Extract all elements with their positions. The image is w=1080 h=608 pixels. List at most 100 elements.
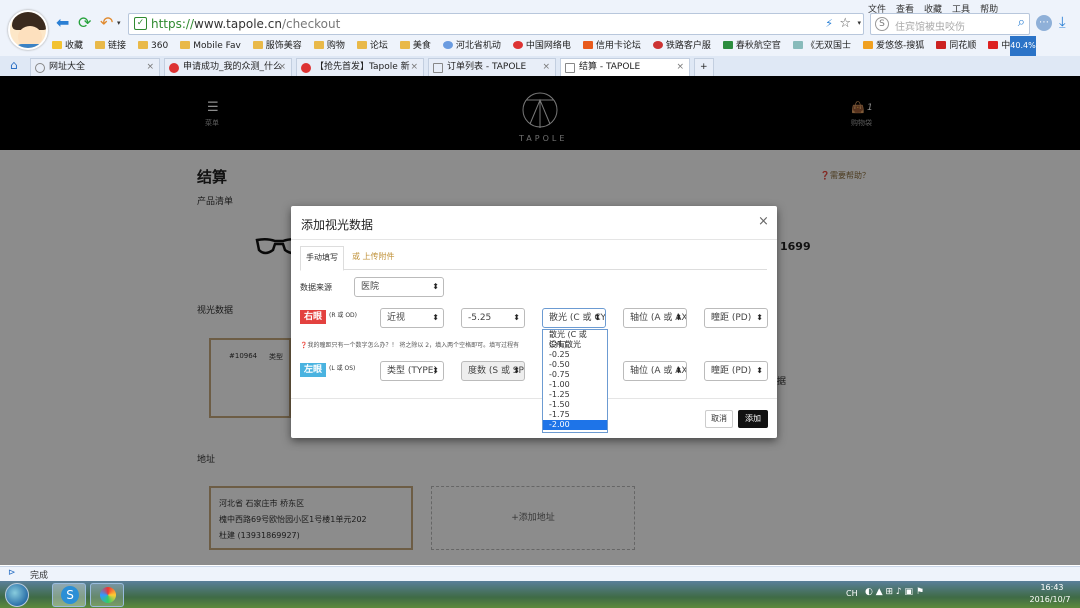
add-button[interactable]: 添加 [738, 410, 768, 428]
tab-checkout[interactable]: 结算 - TAPOLE × [560, 58, 690, 76]
download-icon[interactable]: ⤓ [1059, 13, 1066, 31]
bookmark-item[interactable]: 铁路客户服 [652, 41, 711, 51]
bookmark-item[interactable]: 春秋航空官 [722, 41, 781, 51]
divider [291, 398, 777, 399]
dropdown-option[interactable]: 没有散光 [543, 340, 607, 350]
dropdown-option[interactable]: 散光 (C 或 CYL) [543, 330, 607, 349]
left-type-select[interactable]: 类型 (TYPE) ⬍ [380, 361, 444, 381]
url-host: www.tapole.cn [194, 17, 282, 31]
source-select[interactable]: 医院 ⬍ [354, 277, 444, 297]
clock-time[interactable]: 16:43 [1028, 583, 1076, 592]
bookmark-item[interactable]: 360 [138, 41, 168, 51]
left-sph-select[interactable]: 度数 (S 或 SPH)⬍ [461, 361, 525, 381]
bookmark-item[interactable]: 论坛 [356, 41, 388, 51]
bookmark-item[interactable]: 购物 [313, 41, 345, 51]
cancel-button[interactable]: 取消 [705, 410, 733, 428]
left-axis-select[interactable]: 轴位 (A 或 AXIS)⬍ [623, 361, 687, 381]
updown-icon: ⬍ [756, 313, 763, 322]
updown-icon: ⬍ [513, 313, 520, 322]
prescription-modal: 添加视光数据 × 手动填写 或 上传附件 数据来源 医院 ⬍ 右眼 (R 或 OD… [291, 206, 777, 438]
updown-icon: ⬍ [432, 313, 439, 322]
search-box[interactable]: S 住宾馆被虫咬伤 ⌕ [870, 13, 1030, 35]
tab-manual-entry[interactable]: 手动填写 [300, 246, 344, 271]
right-axis-select[interactable]: 轴位 (A 或 AXIS)⬍ [623, 308, 687, 328]
dropdown-option[interactable]: -1.25 [543, 390, 607, 400]
modal-tabs: 手动填写 或 上传附件 [300, 246, 767, 271]
start-button-icon[interactable] [5, 583, 29, 607]
star-icon[interactable]: ☆ [839, 16, 851, 31]
tab-strip: ⌂ 网址大全 × 申请成功_我的众测_什么 × 【抢先首发】Tapole 新 × 订单… [0, 56, 1080, 76]
dropdown-option[interactable]: -1.75 [543, 410, 607, 420]
left-pd-select[interactable]: 瞳距 (PD) ⬍ [704, 361, 768, 381]
tab-order-list[interactable]: 订单列表 - TAPOLE × [428, 58, 556, 76]
dropdown-option[interactable]: -0.50 [543, 360, 607, 370]
right-pd-select[interactable]: 瞳距 (PD) ⬍ [704, 308, 768, 328]
home-icon[interactable]: ⌂ [10, 58, 18, 72]
url-text[interactable]: https://www.tapole.cn/checkout [151, 17, 340, 31]
right-cyl-select[interactable]: 散光 (C 或 CYL)⬍ [542, 308, 606, 328]
close-icon[interactable]: × [146, 59, 154, 76]
tray-icons[interactable]: ◐ ▲ ⊞ ♪ ▣ ⚑ [865, 587, 924, 597]
url-path: /checkout [281, 17, 341, 31]
more-icon[interactable]: ⋯ [1036, 15, 1052, 31]
dropdown-option[interactable]: -0.75 [543, 370, 607, 380]
tab-upload-attachment[interactable]: 或 上传附件 [352, 246, 395, 268]
lightning-icon[interactable]: ⚡ [825, 17, 833, 30]
clock-date[interactable]: 2016/10/7 [1024, 595, 1076, 604]
updown-icon: ⬍ [594, 313, 601, 322]
refresh-icon[interactable]: ⟳ [78, 15, 91, 31]
chevron-down-icon[interactable]: ▾ [117, 19, 121, 27]
sidebar-toggle-icon[interactable]: ⊳ [8, 568, 16, 578]
address-bar[interactable]: ✓ https://www.tapole.cn/checkout ⚡ ☆ ▾ [128, 13, 864, 35]
undo-icon[interactable]: ↶ [100, 15, 113, 31]
bookmark-item[interactable]: 中国工商 [988, 41, 1012, 51]
back-icon[interactable]: ⬅ [56, 15, 69, 31]
bookmark-item[interactable]: 河北省机动 [442, 41, 501, 51]
bookmarks-bar: 收藏 链接 360 Mobile Fav 服饰美容 购物 论坛 美食 河北省机动 中国网络电 信用卡… [52, 38, 1012, 54]
bookmark-item[interactable]: 服饰美容 [252, 41, 302, 51]
dropdown-option[interactable]: -0.25 [543, 350, 607, 360]
bookmark-item[interactable]: 《无双国士 [792, 41, 851, 51]
right-eye-badge: 右眼 [300, 310, 326, 324]
bookmark-item[interactable]: 链接 [95, 41, 126, 51]
bookmark-item[interactable]: Mobile Fav [180, 41, 241, 51]
tab-nav-sites[interactable]: 网址大全 × [30, 58, 160, 76]
right-eye-sub: (R 或 OD) [329, 312, 358, 319]
dropdown-option[interactable]: -1.00 [543, 380, 607, 390]
bookmark-item[interactable]: 爱悠悠-搜狐 [862, 41, 924, 51]
browser-chrome: ⬅ ⟳ ↶ ▾ ✓ https://www.tapole.cn/checkout… [0, 0, 1080, 76]
ime-indicator[interactable]: CH [846, 589, 858, 598]
taskbar-paint-icon[interactable] [90, 583, 124, 607]
close-icon[interactable]: × [542, 59, 550, 76]
close-icon[interactable]: × [758, 214, 769, 229]
bookmark-item[interactable]: 同花顺 [936, 41, 976, 51]
search-icon[interactable]: ⌕ [1018, 15, 1025, 30]
bookmark-item[interactable]: 收藏 [52, 41, 83, 51]
status-text: 完成 [30, 571, 49, 581]
divider [291, 239, 777, 240]
tab-label: 【抢先首发】Tapole 新 [315, 62, 410, 72]
close-icon[interactable]: × [676, 59, 684, 76]
bookmark-item[interactable]: 美食 [399, 41, 431, 51]
close-icon[interactable]: × [278, 59, 286, 76]
source-label: 数据来源 [300, 283, 332, 292]
url-scheme: https:// [151, 17, 195, 31]
dropdown-option-selected[interactable]: -2.00 [543, 420, 607, 430]
tab-label: 结算 - TAPOLE [579, 62, 641, 72]
search-placeholder: 住宾馆被虫咬伤 [895, 22, 965, 33]
tab-tapole-launch[interactable]: 【抢先首发】Tapole 新 × [296, 58, 424, 76]
user-avatar[interactable] [8, 10, 48, 50]
taskbar-browser-icon[interactable]: S [52, 583, 86, 607]
updown-icon: ⬍ [675, 366, 682, 375]
modal-title: 添加视光数据 [301, 218, 374, 232]
search-engine-icon[interactable]: S [875, 17, 889, 31]
chevron-down-icon[interactable]: ▾ [857, 19, 861, 27]
bookmark-item[interactable]: 信用卡论坛 [582, 41, 641, 51]
dropdown-option[interactable]: -1.50 [543, 400, 607, 410]
new-tab-button[interactable]: + [694, 58, 714, 76]
close-icon[interactable]: × [410, 59, 418, 76]
tab-smzdm[interactable]: 申请成功_我的众测_什么 × [164, 58, 292, 76]
right-type-select[interactable]: 近视 ⬍ [380, 308, 444, 328]
bookmark-item[interactable]: 中国网络电 [512, 41, 571, 51]
right-sph-select[interactable]: -5.25 ⬍ [461, 308, 525, 328]
